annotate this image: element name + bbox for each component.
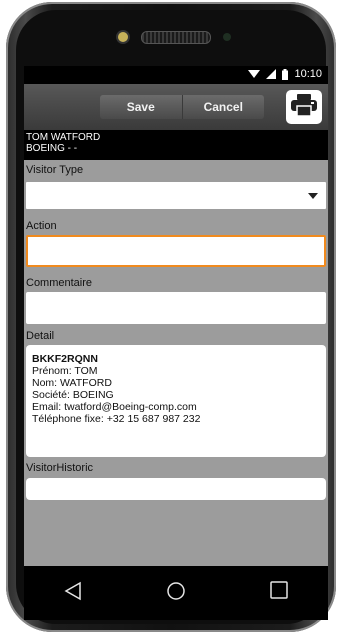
visitor-company: BOEING - -: [26, 143, 78, 154]
action-button-group: Save Cancel: [100, 95, 264, 119]
proximity-sensor: [223, 33, 231, 41]
historic-box: [26, 478, 326, 500]
action-label: Action: [26, 220, 57, 232]
detail-nom: Nom: WATFORD: [32, 377, 112, 389]
wifi-icon: [248, 69, 261, 79]
comment-input[interactable]: [26, 292, 326, 324]
navigation-bar: [24, 566, 328, 620]
print-icon: [291, 93, 317, 121]
status-bar: 10:10: [24, 66, 328, 84]
detail-code: BKKF2RQNN: [32, 353, 98, 365]
action-bar: Save Cancel: [24, 84, 328, 130]
comment-label: Commentaire: [26, 277, 93, 289]
print-button[interactable]: [286, 90, 322, 124]
signal-icon: [266, 69, 277, 79]
cancel-button[interactable]: Cancel: [181, 95, 265, 119]
visitor-header: TOM WATFORD BOEING - -: [24, 130, 328, 160]
visitor-type-select[interactable]: [26, 182, 326, 209]
visitor-name: TOM WATFORD: [26, 132, 101, 143]
chevron-down-icon: [308, 193, 318, 199]
action-input[interactable]: [26, 235, 326, 267]
recents-icon[interactable]: [270, 581, 288, 604]
historic-label: VisitorHistoric: [26, 462, 94, 474]
battery-icon: [282, 68, 289, 80]
detail-email: Email: twatford@Boeing-comp.com: [32, 401, 197, 413]
front-camera: [118, 32, 128, 42]
detail-prenom: Prénom: TOM: [32, 365, 98, 377]
visitor-type-label: Visitor Type: [26, 164, 84, 176]
detail-telephone: Téléphone fixe: +32 15 687 987 232: [32, 413, 201, 425]
clock: 10:10: [294, 68, 322, 80]
app-screen: 10:10 Save Cancel TOM WATFORD BOEING - -…: [24, 66, 328, 566]
detail-label: Detail: [26, 330, 55, 342]
save-button[interactable]: Save: [100, 95, 182, 119]
back-icon[interactable]: [64, 581, 82, 606]
detail-box: BKKF2RQNN Prénom: TOM Nom: WATFORD Socié…: [26, 345, 326, 457]
earpiece-speaker: [141, 31, 211, 44]
detail-societe: Société: BOEING: [32, 389, 114, 401]
home-icon[interactable]: [166, 581, 186, 606]
